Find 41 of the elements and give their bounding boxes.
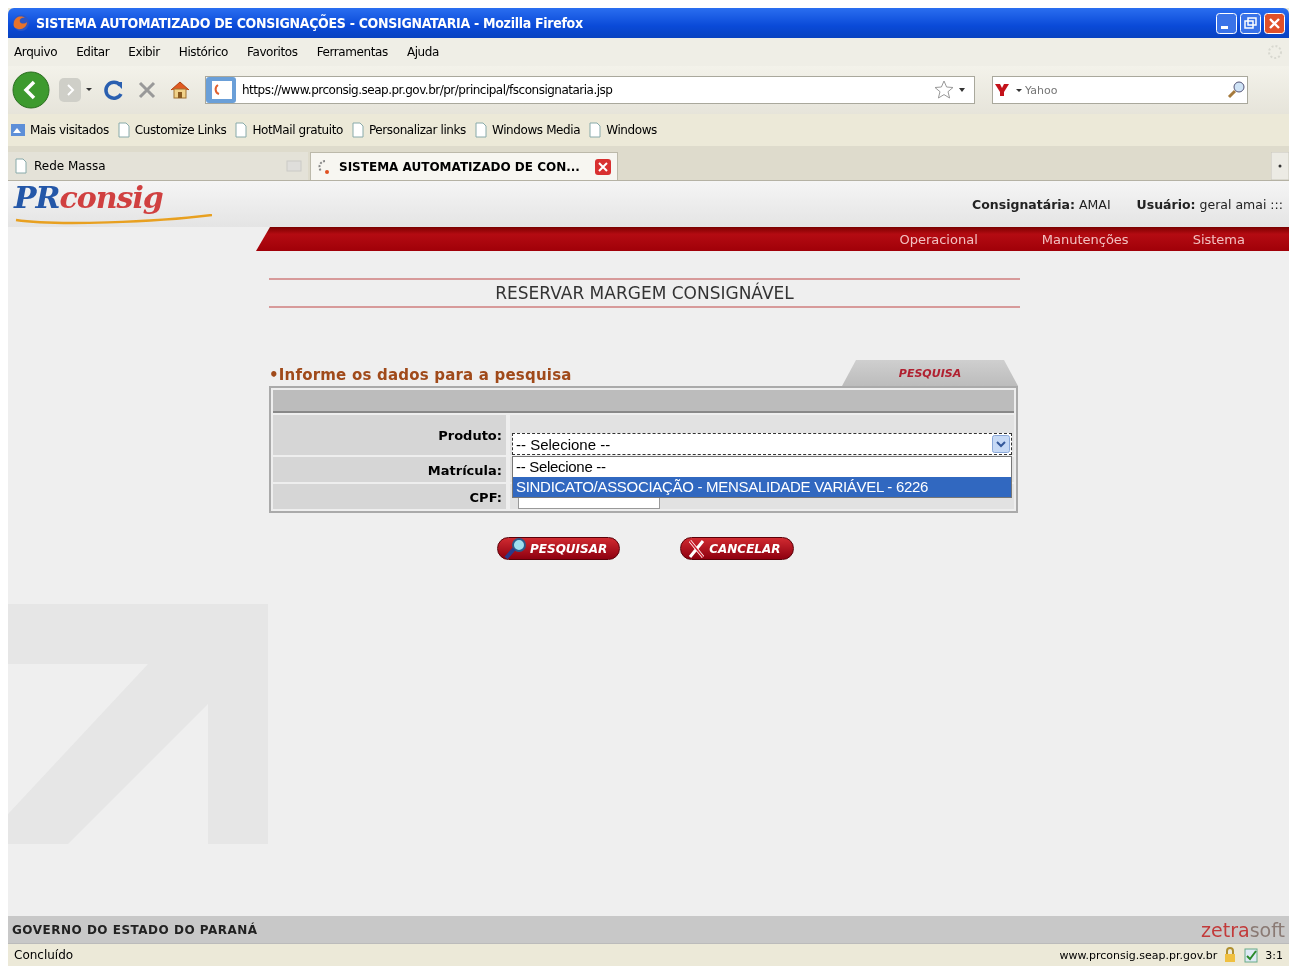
search-button[interactable]: PESQUISAR: [497, 537, 621, 560]
bookmark-link[interactable]: Windows: [588, 122, 657, 138]
url-field[interactable]: https://www.prconsig.seap.pr.gov.br/pr/principal/fsconsignataria.jsp: [240, 82, 930, 98]
status-text: Concluído: [14, 948, 74, 962]
bookmark-link[interactable]: HotMail gratuito: [234, 122, 343, 138]
user-info-text: Usuário: geral amai :::: [1136, 196, 1283, 212]
product-dropdown[interactable]: -- Selecione --: [512, 433, 1012, 455]
address-bar[interactable]: https://www.prconsig.seap.pr.gov.br/pr/principal/fsconsignataria.jsp: [205, 76, 975, 104]
nav-link[interactable]: Operacional: [899, 231, 978, 247]
browser-tab[interactable]: Rede Massa: [8, 152, 308, 180]
field-label: Produto:: [273, 415, 506, 455]
field-label: CPF:: [273, 484, 506, 509]
window-title: SISTEMA AUTOMATIZADO DE CONSIGNAÇÕES - CONSIGNATARIA - Mozilla Firefox: [36, 15, 584, 31]
menu-item[interactable]: Arquivo: [14, 45, 58, 59]
user-info-text: Consignatária: AMAI: [972, 196, 1111, 212]
field-label: Matrícula:: [273, 457, 506, 482]
bookmark-link[interactable]: Customize Links: [116, 122, 227, 138]
bookmark-link[interactable]: Windows Media: [473, 122, 581, 138]
menu-item[interactable]: Histórico: [178, 45, 229, 59]
brand-logo-text: zetrasoft: [1201, 918, 1285, 941]
nav-link[interactable]: Manutenções: [1041, 231, 1129, 247]
dropdown-option[interactable]: SINDICATO/ASSOCIAÇÃO - MENSALIDADE VARIÁVEL - 6226: [513, 477, 1011, 497]
menu-item[interactable]: Favoritos: [247, 45, 298, 59]
status-host: www.prconsig.seap.pr.gov.br: [1059, 948, 1218, 962]
bookmark-link[interactable]: Mais visitados: [10, 122, 109, 138]
footer-text: GOVERNO DO ESTADO DO PARANÁ: [12, 922, 258, 937]
menu-item[interactable]: Editar: [76, 45, 110, 59]
search-bar[interactable]: Yahoo: [992, 76, 1248, 104]
browser-tab[interactable]: SISTEMA AUTOMATIZADO DE CON...: [310, 152, 618, 180]
nav-link[interactable]: Sistema: [1192, 231, 1245, 247]
dropdown-option[interactable]: -- Selecione --: [513, 457, 1011, 477]
menu-item[interactable]: Ferramentas: [316, 45, 388, 59]
section-heading: •Informe os dados para a pesquisa: [269, 366, 572, 386]
page-title: RESERVAR MARGEM CONSIGNÁVEL: [269, 278, 1020, 308]
cancel-button[interactable]: CANCELAR: [680, 537, 794, 560]
menu-item[interactable]: Exibir: [128, 45, 160, 59]
bookmark-link[interactable]: Personalizar links: [350, 122, 466, 138]
logo-text: PRconsig: [14, 183, 163, 213]
menu-item[interactable]: Ajuda: [406, 45, 439, 59]
zoom-level: 3:1: [1265, 948, 1283, 962]
panel-tab[interactable]: PESQUISA: [842, 360, 1018, 386]
